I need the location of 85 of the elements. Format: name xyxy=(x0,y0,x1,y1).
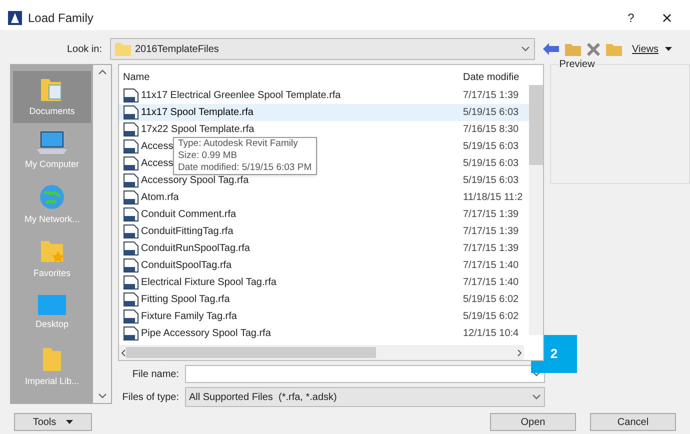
views-button[interactable]: Views xyxy=(632,42,658,56)
file-date: 7/17/15 1:39 xyxy=(463,208,519,222)
new-folder-icon[interactable] xyxy=(606,42,622,56)
file-date: 7/17/15 1:40 xyxy=(463,259,519,273)
tooltip-line: Date modified: 5/19/15 6:03 PM xyxy=(178,162,312,174)
file-type-dropdown[interactable]: All Supported Files (*.rfa, *.adsk) xyxy=(185,387,545,407)
help-button[interactable]: ? xyxy=(616,9,646,27)
caret-icon xyxy=(66,420,74,424)
file-name[interactable]: 17x22 Spool Template.rfa xyxy=(141,122,254,137)
family-file-icon xyxy=(123,326,139,341)
family-file-icon xyxy=(123,224,139,239)
file-date: 7/17/15 1:40 xyxy=(463,276,519,290)
scroll-up-icon xyxy=(98,69,106,75)
sidebar-scrollbar[interactable] xyxy=(93,65,111,403)
horizontal-scrollbar[interactable] xyxy=(119,345,524,360)
file-name[interactable]: Accessory Spool Tag.rfa xyxy=(141,173,249,188)
file-date: 5/19/15 6:02 xyxy=(463,310,519,324)
file-name[interactable]: ConduitFittingTag.rfa xyxy=(141,224,234,239)
file-name[interactable]: Access xyxy=(141,139,174,154)
file-date: 7/16/15 8:30 xyxy=(463,123,519,137)
caret-icon xyxy=(664,47,672,51)
scroll-right-icon[interactable] xyxy=(517,348,522,356)
family-file-icon xyxy=(123,275,139,290)
family-file-icon xyxy=(123,190,139,205)
close-button[interactable]: × xyxy=(652,9,682,27)
file-date: 7/17/15 1:39 xyxy=(463,225,519,239)
scroll-left-icon[interactable] xyxy=(121,348,126,356)
open-button[interactable]: Open xyxy=(490,413,576,431)
file-date: 12/1/15 10:4 xyxy=(463,327,519,341)
family-file-icon xyxy=(123,139,139,154)
family-file-icon xyxy=(123,122,139,137)
file-name[interactable]: ConduitSpoolTag.rfa xyxy=(141,258,232,273)
cancel-button[interactable]: Cancel xyxy=(590,413,676,431)
tools-button[interactable]: Tools xyxy=(14,413,92,431)
window-title: Load Family xyxy=(28,10,94,27)
file-date: 7/17/15 1:39 xyxy=(463,89,519,103)
file-name-field[interactable] xyxy=(185,365,545,383)
tooltip-line: Size: 0.99 MB xyxy=(178,150,238,162)
desktop-icon xyxy=(37,294,67,316)
file-name[interactable]: 11x17 Electrical Greenlee Spool Template.rfa xyxy=(141,88,341,103)
family-file-icon xyxy=(123,156,139,171)
file-date: 7/17/15 1:39 xyxy=(463,242,519,256)
family-file-icon xyxy=(123,88,139,103)
laptop-icon xyxy=(35,130,69,156)
column-header[interactable]: Date modifie xyxy=(463,70,527,85)
tooltip-line: Type: Autodesk Revit Family xyxy=(178,138,299,150)
back-arrow-icon[interactable] xyxy=(543,43,559,55)
file-date: 5/19/15 6:03 xyxy=(463,157,519,171)
look-in-value: 2016TemplateFiles xyxy=(135,42,220,56)
file-date: 5/19/15 6:03 xyxy=(463,174,519,188)
file-name[interactable]: Electrical Fixture Spool Tag.rfa xyxy=(141,275,276,290)
file-name[interactable]: 11x17 Spool Template.rfa xyxy=(141,105,254,120)
file-date: 5/19/15 6:03 xyxy=(463,106,519,120)
scroll-down-icon xyxy=(98,393,106,399)
file-name[interactable]: Fixture Family Tag.rfa xyxy=(141,309,237,324)
file-name[interactable]: Fitting Spool Tag.rfa xyxy=(141,292,230,307)
file-name[interactable]: Conduit Comment.rfa xyxy=(141,207,236,222)
file-type-label: Files of type: xyxy=(121,390,180,404)
family-file-icon xyxy=(123,241,139,256)
family-file-icon xyxy=(123,105,139,120)
file-name[interactable]: Access xyxy=(141,156,174,171)
globe-icon xyxy=(38,183,66,212)
file-name[interactable]: ConduitRunSpoolTag.rfa xyxy=(141,241,250,256)
family-file-icon xyxy=(123,258,139,273)
family-file-icon xyxy=(123,292,139,307)
folder-icon xyxy=(41,345,63,374)
dropdown-icon xyxy=(532,394,541,400)
dropdown-icon xyxy=(521,46,530,52)
file-name-label: File name: xyxy=(131,368,180,382)
file-name[interactable]: Pipe Accessory Spool Tag.rfa xyxy=(141,326,271,341)
look-in-label: Look in: xyxy=(66,42,103,56)
family-file-icon xyxy=(123,173,139,188)
file-name[interactable]: Atom.rfa xyxy=(141,190,179,205)
dropdown-icon xyxy=(532,371,541,377)
look-in-dropdown[interactable]: 2016TemplateFiles xyxy=(110,38,535,60)
column-header[interactable]: Name xyxy=(119,70,463,85)
file-date: 5/19/15 6:03 xyxy=(463,140,519,154)
file-date: 5/19/15 6:02 xyxy=(463,293,519,307)
family-file-icon xyxy=(123,207,139,222)
folder-icon xyxy=(115,42,131,56)
delete-icon[interactable] xyxy=(587,42,600,56)
family-file-icon xyxy=(123,309,139,324)
app-icon xyxy=(8,11,22,25)
file-date: 11/18/15 11:2 xyxy=(463,191,523,205)
list-scrollbar[interactable] xyxy=(529,85,544,335)
